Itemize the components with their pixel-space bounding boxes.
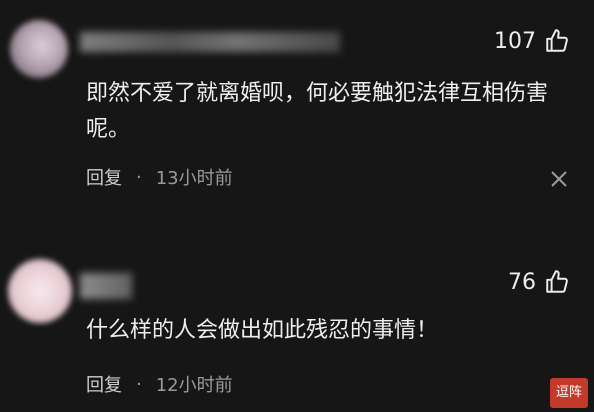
like-button[interactable]: 107	[494, 28, 570, 54]
timestamp: 12小时前	[155, 375, 233, 396]
thumbs-up-icon	[546, 270, 568, 293]
timestamp: 13小时前	[155, 168, 233, 189]
like-button[interactable]: 76	[508, 269, 570, 295]
separator-dot: ·	[136, 166, 142, 188]
avatar[interactable]	[10, 20, 68, 78]
username-blurred[interactable]	[80, 273, 132, 299]
comment-item: 107 即然不爱了就离婚呗，何必要触犯法律互相伤害呢。 回复 · 13小时前	[0, 0, 594, 210]
comment-text: 即然不爱了就离婚呗，何必要触犯法律互相伤害呢。	[86, 81, 549, 142]
thumbs-up-icon	[546, 29, 568, 52]
like-count: 76	[508, 269, 536, 295]
avatar[interactable]	[8, 259, 72, 323]
reply-button[interactable]: 回复	[86, 371, 122, 397]
comment-item: 76 什么样的人会做出如此残忍的事情！ 回复 · 12小时前	[0, 255, 594, 412]
separator-dot: ·	[136, 373, 142, 395]
watermark-logo: 逗阵	[550, 378, 588, 408]
comment-text: 什么样的人会做出如此残忍的事情！	[86, 318, 439, 343]
comment-meta: 回复 · 12小时前	[86, 371, 233, 397]
username-blurred[interactable]	[80, 32, 340, 52]
like-count: 107	[494, 28, 536, 54]
close-icon[interactable]	[548, 168, 570, 190]
comment-meta: 回复 · 13小时前	[86, 164, 233, 190]
reply-button[interactable]: 回复	[86, 164, 122, 190]
